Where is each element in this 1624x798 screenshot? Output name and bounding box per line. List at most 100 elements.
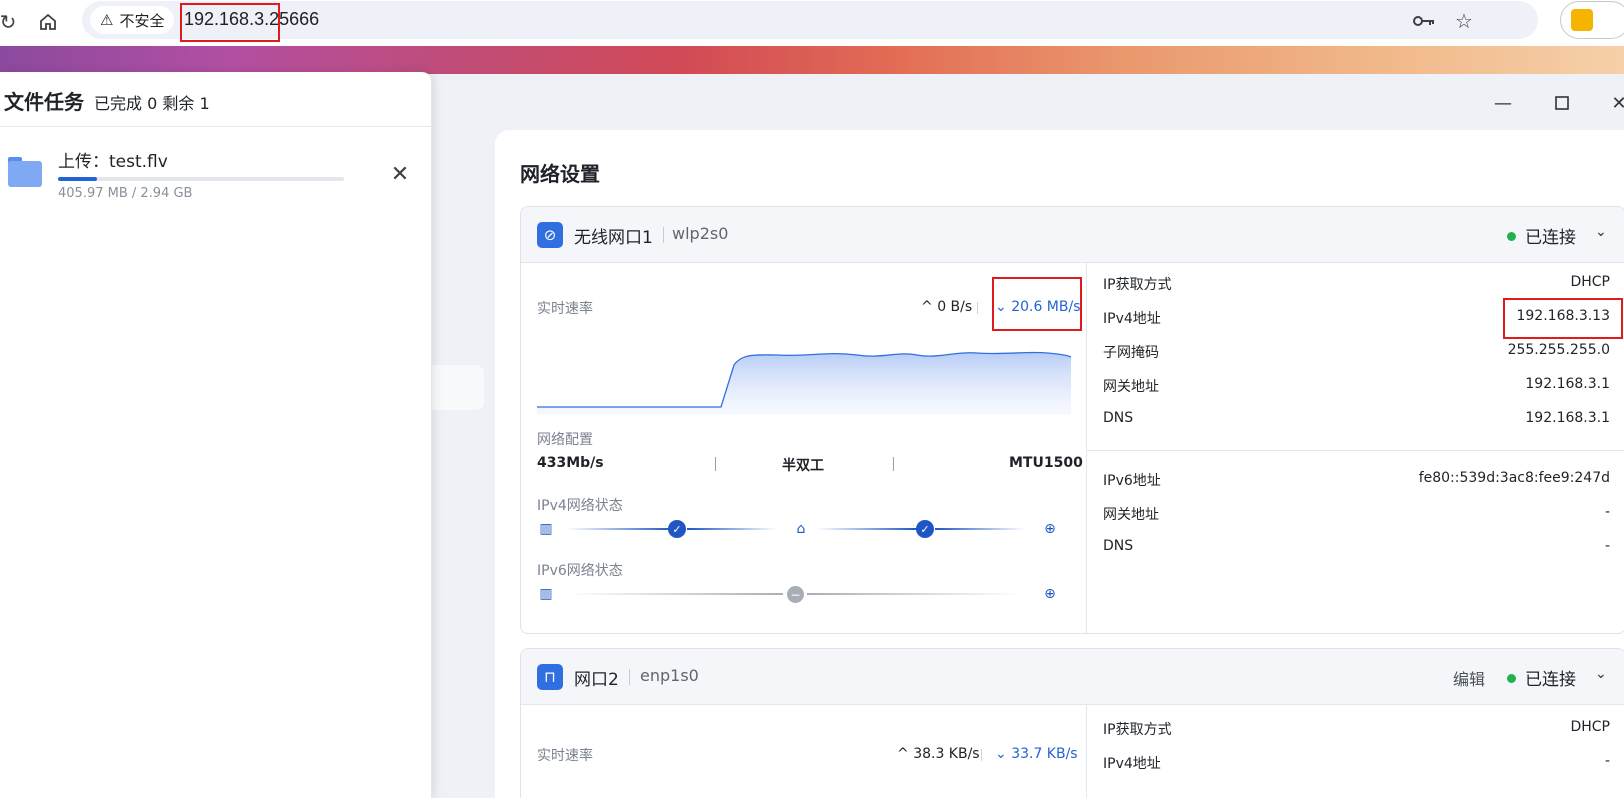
highlight-box-download <box>992 277 1082 331</box>
info-row-ipv6-gateway: 网关地址 - <box>1087 496 1624 530</box>
info-value: DHCP <box>1570 719 1610 735</box>
info-key: IP获取方式 <box>1103 277 1172 293</box>
check-icon: ✓ <box>668 520 686 538</box>
link-icon: ⊘ <box>537 222 563 248</box>
download-speed: ⌄ 33.7 KB/s <box>995 746 1078 762</box>
status-dot <box>1507 674 1516 683</box>
ipv4-link-line <box>687 528 777 530</box>
interface-card-ethernet: ⊓ 网口2 enp1s0 编辑 已连接 ⌄ 实时速率 ^ 38.3 KB/s ⌄… <box>520 648 1624 798</box>
status-text: 已连接 <box>1525 228 1576 248</box>
task-title: 文件任务 <box>4 90 84 114</box>
extensions-button[interactable] <box>1560 1 1624 39</box>
extension-icon <box>1571 9 1593 31</box>
close-window-icon[interactable]: ✕ <box>1606 90 1624 116</box>
ipv4-status-line: ▥ ✓ ⌂ ✓ ⊕ <box>537 520 1067 542</box>
edit-button[interactable]: 编辑 <box>1453 666 1485 690</box>
info-divider <box>1087 450 1624 451</box>
info-key: DNS <box>1103 410 1134 426</box>
ipv6-link-line <box>807 593 1023 595</box>
maximize-icon[interactable] <box>1549 90 1575 116</box>
card-header[interactable]: ⊘ 无线网口1 wlp2s0 已连接 ⌄ <box>521 207 1624 263</box>
interface-device: enp1s0 <box>640 666 699 685</box>
ipv6-link-line <box>567 593 783 595</box>
folder-icon <box>8 157 42 187</box>
upload-progress-fill <box>58 177 97 181</box>
config-mtu: MTU1500 <box>1009 455 1083 471</box>
task-divider <box>0 126 432 127</box>
address-bar[interactable]: ⚠ 不安全 192.168.3.25666 ☆ <box>82 1 1538 39</box>
security-chip[interactable]: ⚠ 不安全 <box>90 6 175 34</box>
warning-icon: ⚠ <box>100 11 114 29</box>
ipv4-status-label: IPv4网络状态 <box>537 498 623 514</box>
check-icon: ✓ <box>916 520 934 538</box>
info-value: - <box>1604 538 1610 554</box>
task-summary: 已完成 0 剩余 1 <box>94 94 210 113</box>
page-title: 网络设置 <box>520 162 600 186</box>
realtime-label: 实时速率 <box>537 301 593 317</box>
interface-device: wlp2s0 <box>672 224 729 243</box>
status-dot <box>1507 232 1516 241</box>
info-key: IPv6地址 <box>1103 473 1161 489</box>
realtime-label: 实时速率 <box>537 748 593 764</box>
info-row-netmask: 子网掩码 255.255.255.0 <box>1087 334 1624 368</box>
router-icon: ⌂ <box>796 521 806 537</box>
info-row-gateway: 网关地址 192.168.3.1 <box>1087 368 1624 402</box>
side-tab[interactable] <box>430 365 484 410</box>
info-row-ipv4: IPv4地址 - <box>1087 745 1624 779</box>
speed-separator <box>977 302 978 314</box>
ipv6-status-line: ▥ − ⊕ <box>537 585 1067 607</box>
config-speed: 433Mb/s <box>537 455 604 471</box>
star-icon[interactable]: ☆ <box>1452 9 1476 33</box>
config-label: 网络配置 <box>537 432 593 448</box>
ipv4-link-line <box>567 528 673 530</box>
speed-separator <box>981 749 982 761</box>
ipv6-status-label: IPv6网络状态 <box>537 563 623 579</box>
close-icon[interactable]: ✕ <box>388 162 412 187</box>
globe-icon: ⊕ <box>1044 586 1056 602</box>
security-label: 不安全 <box>119 11 165 30</box>
info-value: - <box>1604 504 1610 520</box>
task-name: 上传：test.flv <box>58 152 168 172</box>
info-key: IP获取方式 <box>1103 722 1172 738</box>
chevron-down-icon[interactable]: ⌄ <box>1595 224 1607 240</box>
header-separator <box>663 227 664 243</box>
config-duplex: 半双工 <box>782 458 824 474</box>
globe-icon: ⊕ <box>1044 521 1056 537</box>
file-task-panel: 文件任务 已完成 0 剩余 1 上传：test.flv 405.97 MB / … <box>0 72 432 798</box>
info-key: IPv4地址 <box>1103 756 1161 772</box>
interface-card-wireless: ⊘ 无线网口1 wlp2s0 已连接 ⌄ 实时速率 ^ 0 B/s ⌄ 20.6… <box>520 206 1624 634</box>
info-row-dns: DNS 192.168.3.1 <box>1087 402 1624 436</box>
interface-name: 无线网口1 <box>574 228 653 248</box>
info-key: DNS <box>1103 538 1134 554</box>
upload-speed: ^ 0 B/s <box>921 299 973 315</box>
info-value: 192.168.3.1 <box>1525 410 1610 426</box>
info-key: 网关地址 <box>1103 379 1159 395</box>
info-value: 255.255.255.0 <box>1507 342 1610 358</box>
config-divider <box>715 457 716 471</box>
key-icon[interactable] <box>1412 9 1436 33</box>
header-separator <box>629 669 630 685</box>
device-icon: ▥ <box>539 586 553 602</box>
highlight-box-url <box>180 3 280 42</box>
window-gradient-band <box>0 46 1624 74</box>
reload-icon[interactable]: ↻ <box>0 8 22 36</box>
interface-name: 网口2 <box>574 670 619 690</box>
info-key: IPv4地址 <box>1103 311 1161 327</box>
device-icon: ▥ <box>539 521 553 537</box>
ipv4-link-line <box>935 528 1025 530</box>
info-key: 子网掩码 <box>1103 345 1159 361</box>
chevron-down-icon[interactable]: ⌄ <box>1595 666 1607 682</box>
info-row-ipv6: IPv6地址 fe80::539d:3ac8:fee9:247d <box>1087 462 1624 496</box>
ethernet-icon: ⊓ <box>537 664 563 690</box>
home-icon[interactable] <box>34 8 62 36</box>
info-value: DHCP <box>1570 274 1610 290</box>
info-value: fe80::539d:3ac8:fee9:247d <box>1418 470 1610 486</box>
disconnected-icon: − <box>787 586 804 603</box>
status-text: 已连接 <box>1525 670 1576 690</box>
info-row-ipv6-dns: DNS - <box>1087 530 1624 564</box>
minimize-icon[interactable]: — <box>1490 90 1516 116</box>
config-divider <box>893 457 894 471</box>
card-header[interactable]: ⊓ 网口2 enp1s0 编辑 已连接 ⌄ <box>521 649 1624 705</box>
upload-progress-bar <box>58 177 344 181</box>
speed-chart <box>537 351 1071 415</box>
